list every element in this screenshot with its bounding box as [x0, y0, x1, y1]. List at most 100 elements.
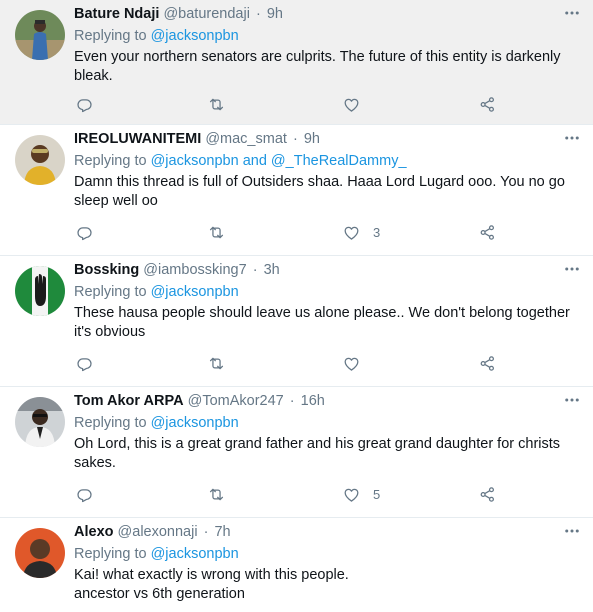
- display-name[interactable]: Tom Akor ARPA: [74, 393, 184, 409]
- display-name[interactable]: Alexo: [74, 524, 114, 540]
- tweet-content: Tom Akor ARPA @TomAkor247 · 16h Replying…: [74, 391, 583, 473]
- timestamp[interactable]: 7h: [214, 524, 230, 540]
- tweet-header: IREOLUWANITEMI @mac_smat · 9h: [74, 129, 583, 149]
- tweet-header: Tom Akor ARPA @TomAkor247 · 16h: [74, 391, 583, 411]
- tweet-text-line: Oh Lord, this is a great grand father an…: [74, 436, 561, 471]
- separator: ·: [255, 6, 261, 22]
- like-count: 5: [373, 486, 381, 502]
- timestamp[interactable]: 9h: [267, 6, 283, 22]
- mention-link[interactable]: @jacksonpbn: [151, 546, 239, 562]
- tweet-actions: 5: [74, 484, 504, 504]
- tweet[interactable]: Bature Ndaji @baturendaji · 9h Replying …: [0, 0, 593, 125]
- user-handle[interactable]: @iambossking7: [143, 262, 246, 278]
- tweet[interactable]: Bossking @iambossking7 · 3h Replying to …: [0, 256, 593, 387]
- share-icon: [478, 354, 497, 373]
- tweet-text-line: ancestor vs 6th generation: [74, 586, 245, 602]
- like-count: 3: [373, 224, 381, 240]
- tweet-header: Bossking @iambossking7 · 3h: [74, 260, 583, 280]
- tweet-text-line: These hausa people should leave us alone…: [74, 305, 570, 340]
- like-button[interactable]: 5: [342, 484, 380, 504]
- reply-button[interactable]: [75, 353, 94, 373]
- replying-label: Replying to: [74, 28, 147, 44]
- timestamp[interactable]: 9h: [304, 131, 320, 147]
- more-icon[interactable]: [563, 391, 581, 409]
- share-icon: [478, 223, 497, 242]
- tweet-text: Oh Lord, this is a great grand father an…: [74, 435, 583, 473]
- tweet-text: Even your northern senators are culprits…: [74, 48, 583, 86]
- user-handle[interactable]: @baturendaji: [163, 6, 249, 22]
- share-button[interactable]: [478, 94, 497, 114]
- mention-link[interactable]: @jacksonpbn: [151, 415, 239, 431]
- retweet-button[interactable]: [207, 484, 226, 504]
- share-button[interactable]: [478, 353, 497, 373]
- tweet-content: IREOLUWANITEMI @mac_smat · 9h Replying t…: [74, 129, 583, 211]
- more-icon[interactable]: [563, 4, 581, 22]
- mention-link[interactable]: @jacksonpbn: [151, 153, 239, 169]
- retweet-button[interactable]: [207, 353, 226, 373]
- tweet-text: Kai! what exactly is wrong with this peo…: [74, 566, 583, 604]
- tweet-text: Damn this thread is full of Outsiders sh…: [74, 173, 583, 211]
- more-icon[interactable]: [563, 522, 581, 540]
- tweet-text: These hausa people should leave us alone…: [74, 304, 583, 342]
- like-button[interactable]: [342, 94, 373, 114]
- user-handle[interactable]: @mac_smat: [205, 131, 287, 147]
- replying-to: Replying to @jacksonpbn: [74, 545, 583, 563]
- user-handle[interactable]: @TomAkor247: [188, 393, 284, 409]
- mention-link[interactable]: @_TheRealDammy_: [271, 153, 407, 169]
- replying-label: Replying to: [74, 415, 147, 431]
- display-name[interactable]: Bossking: [74, 262, 139, 278]
- like-icon: [342, 95, 361, 114]
- like-button[interactable]: [342, 353, 373, 373]
- avatar[interactable]: [15, 397, 65, 447]
- reply-icon: [75, 95, 94, 114]
- tweet-actions: [74, 94, 504, 114]
- timestamp[interactable]: 16h: [301, 393, 325, 409]
- replying-label: Replying to: [74, 284, 147, 300]
- reply-icon: [75, 354, 94, 373]
- tweet[interactable]: IREOLUWANITEMI @mac_smat · 9h Replying t…: [0, 125, 593, 256]
- display-name[interactable]: Bature Ndaji: [74, 6, 159, 22]
- reply-icon: [75, 223, 94, 242]
- retweet-icon: [207, 485, 226, 504]
- avatar[interactable]: [15, 528, 65, 578]
- replying-to: Replying to @jacksonpbn: [74, 283, 583, 301]
- separator: ·: [252, 262, 258, 278]
- reply-button[interactable]: [75, 484, 94, 504]
- share-icon: [478, 95, 497, 114]
- tweet-text-line: Kai! what exactly is wrong with this peo…: [74, 567, 349, 583]
- share-button[interactable]: [478, 484, 497, 504]
- share-button[interactable]: [478, 222, 497, 242]
- replying-to: Replying to @jacksonpbn: [74, 414, 583, 432]
- tweet-header: Alexo @alexonnaji · 7h: [74, 522, 583, 542]
- replying-label: Replying to: [74, 546, 147, 562]
- tweet[interactable]: Tom Akor ARPA @TomAkor247 · 16h Replying…: [0, 387, 593, 518]
- separator: ·: [289, 393, 295, 409]
- more-icon[interactable]: [563, 129, 581, 147]
- replying-to: Replying to @jacksonpbn and @_TheRealDam…: [74, 152, 583, 170]
- tweet-text-line: Damn this thread is full of Outsiders sh…: [74, 174, 565, 209]
- reply-icon: [75, 485, 94, 504]
- retweet-button[interactable]: [207, 222, 226, 242]
- user-handle[interactable]: @alexonnaji: [118, 524, 198, 540]
- reply-button[interactable]: [75, 222, 94, 242]
- timestamp[interactable]: 3h: [264, 262, 280, 278]
- avatar[interactable]: [15, 135, 65, 185]
- tweet-content: Bossking @iambossking7 · 3h Replying to …: [74, 260, 583, 342]
- avatar[interactable]: [15, 266, 65, 316]
- retweet-button[interactable]: [207, 94, 226, 114]
- tweet-header: Bature Ndaji @baturendaji · 9h: [74, 4, 583, 24]
- retweet-icon: [207, 354, 226, 373]
- reply-button[interactable]: [75, 94, 94, 114]
- tweet[interactable]: Alexo @alexonnaji · 7h Replying to @jack…: [0, 518, 593, 612]
- retweet-icon: [207, 223, 226, 242]
- separator: ·: [203, 524, 209, 540]
- mention-link[interactable]: @jacksonpbn: [151, 28, 239, 44]
- like-button[interactable]: 3: [342, 222, 380, 242]
- retweet-icon: [207, 95, 226, 114]
- like-icon: [342, 485, 361, 504]
- display-name[interactable]: IREOLUWANITEMI: [74, 131, 201, 147]
- separator: ·: [292, 131, 298, 147]
- avatar[interactable]: [15, 10, 65, 60]
- mention-link[interactable]: @jacksonpbn: [151, 284, 239, 300]
- more-icon[interactable]: [563, 260, 581, 278]
